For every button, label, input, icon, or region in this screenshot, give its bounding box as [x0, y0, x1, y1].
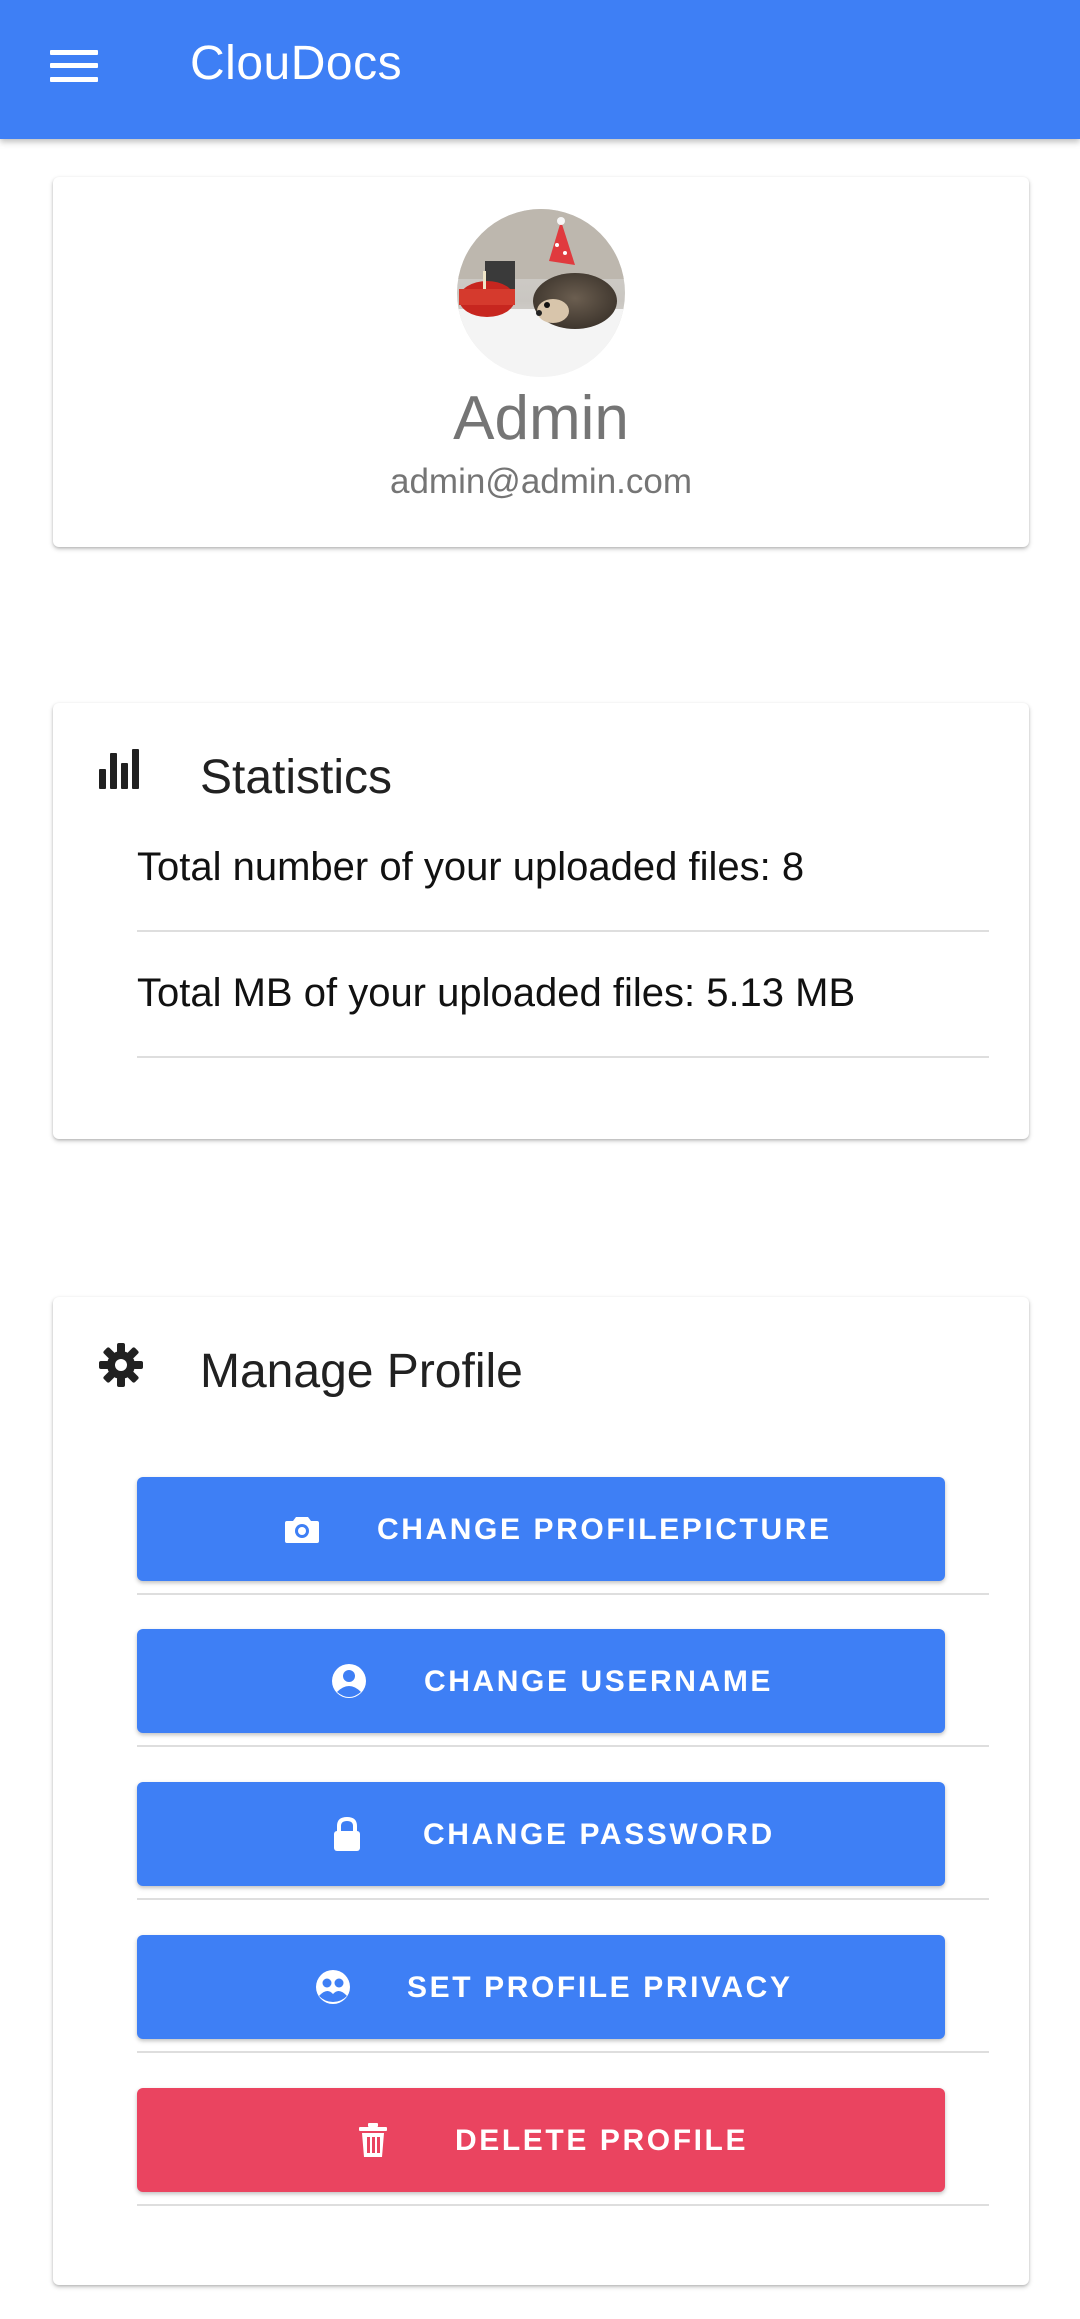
stat-row-file-size: Total MB of your uploaded files: 5.13 MB [137, 933, 989, 1058]
change-username-label: CHANGE USERNAME [424, 1665, 774, 1698]
manage-profile-card: Manage Profile CHANGE PROFILEPICTURE CHA… [53, 1297, 1029, 2285]
delete-profile-label: DELETE PROFILE [455, 2124, 749, 2157]
change-password-button[interactable]: CHANGE PASSWORD [137, 1782, 945, 1886]
profile-email: admin@admin.com [389, 462, 693, 501]
app-title: ClouDocs [190, 37, 403, 90]
change-password-label: CHANGE PASSWORD [423, 1818, 775, 1851]
lock-icon [334, 1816, 360, 1851]
manage-row-password: CHANGE PASSWORD [137, 1774, 989, 1900]
statistics-card: Statistics Total number of your uploaded… [53, 703, 1029, 1139]
privacy-icon [316, 1970, 350, 2004]
stat-file-count: Total number of your uploaded files: 8 [137, 845, 805, 889]
delete-profile-button[interactable]: DELETE PROFILE [137, 2088, 945, 2192]
avatar [457, 209, 625, 377]
change-profilepicture-label: CHANGE PROFILEPICTURE [377, 1513, 832, 1546]
avatar-image [457, 209, 625, 377]
manage-row-profilepicture: CHANGE PROFILEPICTURE [137, 1469, 989, 1595]
stat-file-size: Total MB of your uploaded files: 5.13 MB [137, 971, 856, 1015]
trash-icon [359, 2123, 387, 2157]
camera-icon [285, 1517, 319, 1543]
manage-row-privacy: SET PROFILE PRIVACY [137, 1927, 989, 2053]
set-profile-privacy-button[interactable]: SET PROFILE PRIVACY [137, 1935, 945, 2039]
set-profile-privacy-label: SET PROFILE PRIVACY [407, 1971, 793, 2004]
change-profilepicture-button[interactable]: CHANGE PROFILEPICTURE [137, 1477, 945, 1581]
bar-chart-icon [99, 749, 139, 789]
manage-row-username: CHANGE USERNAME [137, 1621, 989, 1747]
gear-icon [99, 1343, 143, 1387]
account-circle-icon [332, 1664, 366, 1698]
profile-name: Admin [453, 384, 629, 453]
stat-row-file-count: Total number of your uploaded files: 8 [137, 807, 989, 932]
change-username-button[interactable]: CHANGE USERNAME [137, 1629, 945, 1733]
manage-row-delete: DELETE PROFILE [137, 2080, 989, 2206]
hamburger-menu-icon[interactable] [50, 50, 98, 82]
statistics-heading: Statistics [200, 751, 393, 804]
manage-profile-heading: Manage Profile [200, 1345, 523, 1398]
profile-card: Admin admin@admin.com [53, 177, 1029, 547]
app-bar: ClouDocs [0, 0, 1080, 139]
